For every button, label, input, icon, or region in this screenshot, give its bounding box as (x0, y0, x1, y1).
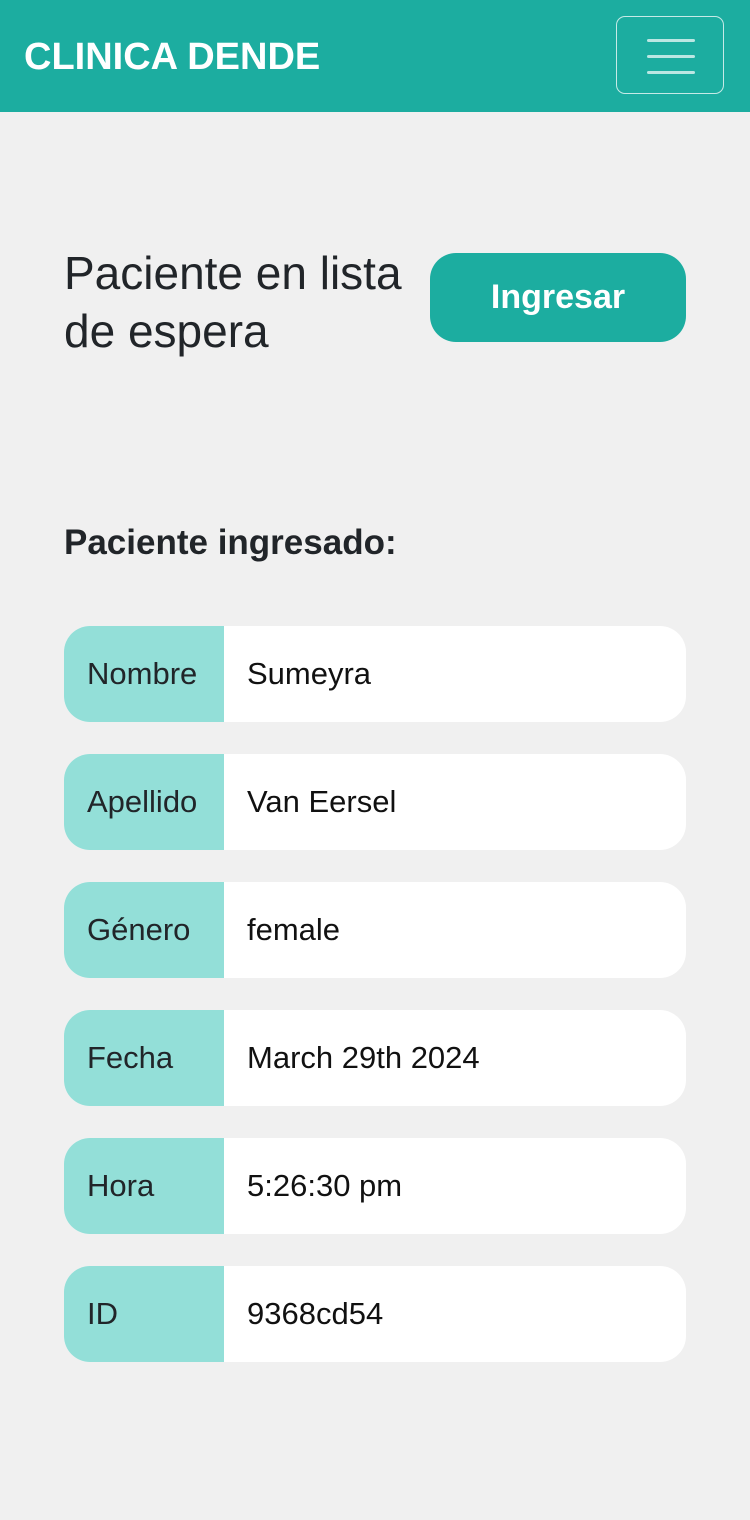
info-value: March 29th 2024 (247, 1040, 480, 1075)
info-row-apellido: Apellido Van Eersel (64, 754, 686, 850)
navbar-toggler-button[interactable] (616, 16, 724, 94)
info-value: 5:26:30 pm (247, 1168, 403, 1203)
info-value: 9368cd54 (247, 1296, 384, 1331)
info-label: Género (64, 882, 224, 978)
info-row-genero: Género female (64, 882, 686, 978)
ingresar-button[interactable]: Ingresar (430, 253, 686, 342)
info-label: Nombre (64, 626, 224, 722)
info-row-nombre: Nombre Sumeyra (64, 626, 686, 722)
info-value: Van Eersel (247, 784, 397, 819)
info-label: Hora (64, 1138, 224, 1234)
info-row-fecha: Fecha March 29th 2024 (64, 1010, 686, 1106)
info-value: Sumeyra (247, 656, 372, 691)
admitted-patient-title: Paciente ingresado: (64, 523, 397, 562)
info-value: female (247, 912, 341, 947)
info-label: Fecha (64, 1010, 224, 1106)
navbar: CLINICA DENDE (0, 0, 750, 112)
info-label: Apellido (64, 754, 224, 850)
brand-title[interactable]: CLINICA DENDE (24, 32, 320, 82)
waiting-list-title: Paciente en lista de espera (64, 247, 402, 357)
info-row-id: ID 9368cd54 (64, 1266, 686, 1362)
info-row-hora: Hora 5:26:30 pm (64, 1138, 686, 1234)
info-label: ID (64, 1266, 224, 1362)
patient-info-list: Nombre Sumeyra Apellido Van Eersel Géner… (64, 626, 686, 1394)
